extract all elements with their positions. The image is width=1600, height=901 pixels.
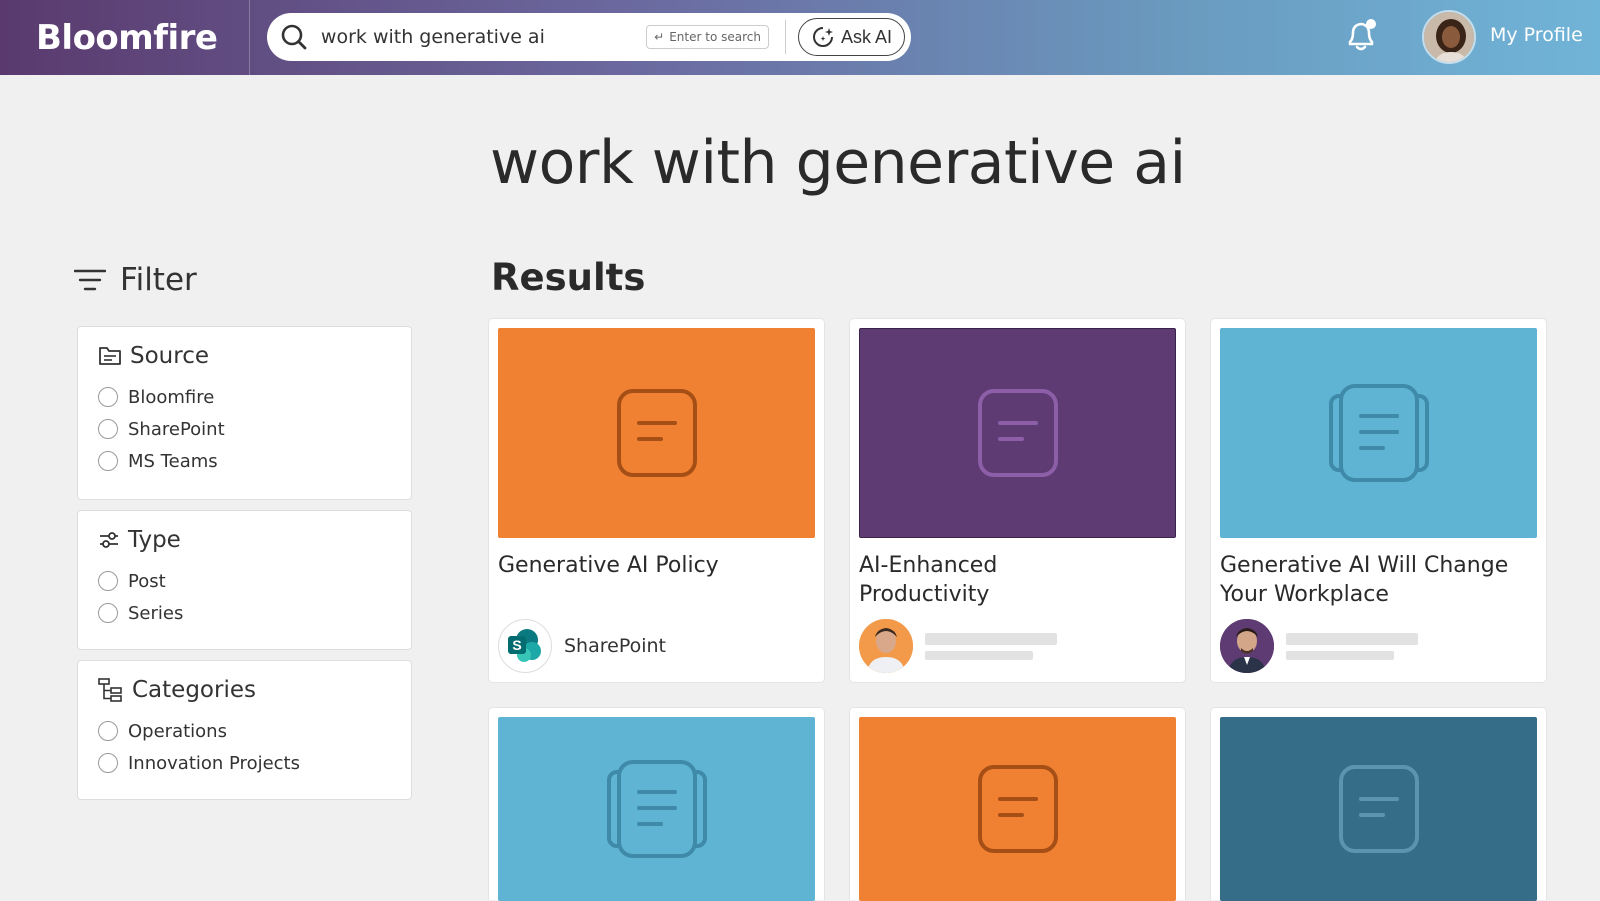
card-title[interactable]: Generative AI Will Change Your Workplace	[1220, 552, 1530, 609]
placeholder-line	[925, 632, 1057, 645]
card-thumbnail[interactable]	[1220, 328, 1537, 538]
filter-option-sharepoint[interactable]: SharePoint	[98, 413, 391, 445]
author-placeholder	[1286, 632, 1418, 660]
filter-option-ms-teams[interactable]: MS Teams	[98, 445, 391, 477]
filter-option-series[interactable]: Series	[98, 597, 391, 629]
bloomfire-logo[interactable]: Bloomfire	[0, 0, 250, 75]
search-input[interactable]	[320, 26, 641, 48]
enter-hint-label: Enter to search	[669, 30, 761, 44]
ai-sparkle-icon	[813, 27, 833, 47]
profile-avatar[interactable]	[1422, 10, 1476, 64]
radio-button[interactable]	[98, 571, 118, 591]
notification-bell-icon[interactable]	[1344, 18, 1378, 54]
filter-option-operations[interactable]: Operations	[98, 715, 391, 747]
enter-to-search-hint: ↵ Enter to search	[646, 25, 769, 49]
card-thumbnail[interactable]	[1220, 717, 1537, 901]
result-card[interactable]	[488, 707, 825, 901]
filter-group-source: Source Bloomfire SharePoint MS Teams	[77, 326, 412, 500]
filter-icon	[74, 269, 106, 291]
card-source: SharePoint	[564, 635, 667, 657]
card-thumbnail[interactable]	[498, 328, 815, 538]
placeholder-line	[925, 650, 1033, 660]
card-meta	[859, 619, 1057, 673]
search-bar[interactable]: ↵ Enter to search Ask AI	[267, 13, 911, 61]
filter-group-categories: Categories Operations Innovation Project…	[77, 660, 412, 800]
type-group-label: Type	[128, 527, 181, 553]
radio-button[interactable]	[98, 387, 118, 407]
filter-option-post[interactable]: Post	[98, 565, 391, 597]
card-meta	[1220, 619, 1418, 673]
document-icon	[1338, 765, 1419, 853]
categories-group-label: Categories	[132, 677, 256, 703]
result-card[interactable]: Generative AI Will Change Your Workplace	[1210, 318, 1547, 683]
result-card[interactable]: AI-Enhanced Productivity	[849, 318, 1186, 683]
filter-group-title: Source	[98, 343, 391, 369]
card-title[interactable]: AI-Enhanced Productivity	[859, 552, 1099, 609]
card-meta: S SharePoint	[498, 619, 666, 673]
placeholder-line	[1286, 650, 1394, 660]
option-label: Operations	[128, 720, 227, 742]
document-icon	[616, 389, 697, 477]
my-profile-link[interactable]: My Profile	[1490, 24, 1583, 46]
filter-heading: Filter	[74, 262, 197, 298]
ask-ai-label: Ask AI	[840, 26, 892, 47]
filter-option-innovation-projects[interactable]: Innovation Projects	[98, 747, 391, 779]
result-card[interactable]: Generative AI Policy S SharePoint	[488, 318, 825, 683]
card-thumbnail[interactable]	[859, 717, 1176, 901]
card-title[interactable]: Generative AI Policy	[498, 552, 815, 581]
radio-button[interactable]	[98, 721, 118, 741]
radio-button[interactable]	[98, 419, 118, 439]
radio-button[interactable]	[98, 451, 118, 471]
page-title: work with generative ai	[490, 128, 1186, 198]
radio-button[interactable]	[98, 753, 118, 773]
option-label: Series	[128, 602, 184, 624]
filter-group-title: Categories	[98, 677, 391, 703]
author-placeholder	[925, 632, 1057, 660]
search-divider	[784, 20, 786, 54]
svg-text:S: S	[512, 637, 521, 653]
result-card[interactable]	[1210, 707, 1547, 901]
option-label: SharePoint	[128, 418, 225, 440]
card-thumbnail[interactable]	[498, 717, 815, 901]
document-icon	[977, 389, 1058, 477]
filter-title: Filter	[120, 262, 197, 298]
search-icon[interactable]	[279, 22, 309, 52]
filter-group-title: Type	[98, 527, 391, 553]
result-card[interactable]	[849, 707, 1186, 901]
results-heading: Results	[491, 256, 646, 299]
option-label: Bloomfire	[128, 386, 215, 408]
series-documents-icon	[1328, 384, 1429, 482]
filter-option-bloomfire[interactable]: Bloomfire	[98, 381, 391, 413]
option-label: MS Teams	[128, 450, 218, 472]
filter-group-type: Type Post Series	[77, 510, 412, 650]
top-header: Bloomfire ↵ Enter to search Ask AI	[0, 0, 1600, 75]
categories-tree-icon	[98, 678, 122, 702]
source-folder-icon	[99, 347, 121, 365]
sharepoint-logo-icon: S	[498, 619, 552, 673]
option-label: Post	[128, 570, 166, 592]
enter-key-icon: ↵	[654, 30, 665, 44]
document-icon	[977, 765, 1058, 853]
author-avatar	[1220, 619, 1274, 673]
ask-ai-button[interactable]: Ask AI	[797, 18, 905, 56]
card-thumbnail[interactable]	[859, 328, 1176, 538]
type-sliders-icon	[100, 532, 118, 548]
source-group-label: Source	[130, 343, 209, 369]
series-documents-icon	[606, 760, 707, 858]
placeholder-line	[1286, 632, 1418, 645]
option-label: Innovation Projects	[128, 752, 300, 774]
author-avatar	[859, 619, 913, 673]
radio-button[interactable]	[98, 603, 118, 623]
